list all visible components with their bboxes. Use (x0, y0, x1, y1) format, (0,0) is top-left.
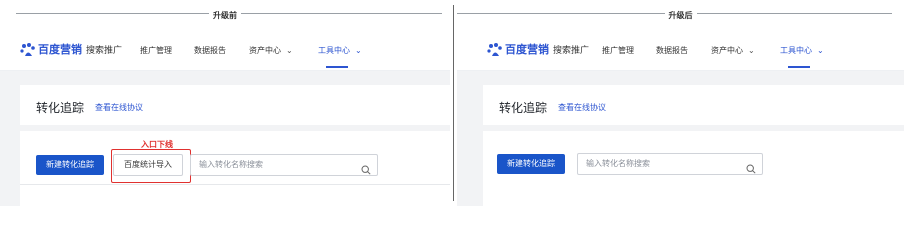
nav-item-reports[interactable]: 数据报告 (194, 45, 226, 56)
view-agreement-link[interactable]: 查看在线协议 (558, 102, 606, 113)
active-tab-indicator (788, 66, 810, 68)
baidu-marketing-logo[interactable]: 百度营销 搜索推广 (487, 41, 589, 57)
nav-item-assets[interactable]: 资产中心 ⌄ (711, 45, 755, 56)
new-conversion-button[interactable]: 新建转化追踪 (36, 155, 104, 175)
new-conversion-button[interactable]: 新建转化追踪 (497, 154, 565, 174)
content-area: 转化追踪 查看在线协议 入口下线 新建转化追踪 百度统计导入 输入转化名称搜索 (0, 71, 450, 206)
content-area: 转化追踪 查看在线协议 新建转化追踪 输入转化名称搜索 (457, 71, 904, 206)
search-input[interactable]: 输入转化名称搜索 (190, 154, 378, 176)
after-caption-bar: 升级后 (457, 0, 904, 28)
view-agreement-link[interactable]: 查看在线协议 (95, 102, 143, 113)
toolbar-card: 入口下线 新建转化追踪 百度统计导入 输入转化名称搜索 (20, 131, 450, 206)
after-caption: 升级后 (664, 11, 697, 20)
baidu-paw-icon (487, 42, 503, 56)
nav-item-label: 工具中心 (318, 46, 350, 55)
nav-item-label: 资产中心 (711, 46, 743, 55)
page-title: 转化追踪 (36, 101, 85, 115)
chevron-down-icon: ⌄ (748, 46, 755, 55)
nav-item-label: 资产中心 (249, 46, 281, 55)
before-caption-bar: 升级前 (0, 0, 450, 28)
title-card: 转化追踪 查看在线协议 (20, 85, 450, 125)
product-name: 搜索推广 (553, 45, 590, 56)
before-caption: 升级前 (209, 11, 241, 20)
search-placeholder: 输入转化名称搜索 (586, 159, 650, 168)
baidu-stats-import-button[interactable]: 百度统计导入 (113, 154, 183, 176)
nav-item-reports[interactable]: 数据报告 (656, 45, 688, 56)
before-panel: 升级前 百度营销 搜索推广 推广管理 数据报告 资产中心 ⌄ 工具中心 ⌄ 转化追踪 (0, 0, 450, 206)
chevron-down-icon: ⌄ (286, 46, 293, 55)
page-title: 转化追踪 (499, 101, 548, 115)
active-tab-indicator (326, 66, 348, 68)
nav-item-tools[interactable]: 工具中心 ⌄ (318, 45, 362, 56)
title-card: 转化追踪 查看在线协议 (483, 85, 904, 125)
search-placeholder: 输入转化名称搜索 (199, 160, 263, 169)
nav-item-assets[interactable]: 资产中心 ⌄ (249, 45, 293, 56)
nav-item-promotion[interactable]: 推广管理 (140, 45, 172, 56)
search-icon[interactable] (361, 160, 371, 175)
nav-item-label: 工具中心 (780, 46, 812, 55)
chevron-down-icon: ⌄ (817, 46, 824, 55)
top-nav: 百度营销 搜索推广 推广管理 数据报告 资产中心 ⌄ 工具中心 ⌄ (0, 28, 450, 71)
panel-divider (453, 5, 454, 201)
nav-item-promotion[interactable]: 推广管理 (602, 45, 634, 56)
baidu-paw-icon (20, 42, 36, 56)
divider (20, 184, 450, 185)
product-name: 搜索推广 (86, 45, 123, 56)
chevron-down-icon: ⌄ (355, 46, 362, 55)
toolbar-card: 新建转化追踪 输入转化名称搜索 (483, 131, 904, 206)
baidu-marketing-logo[interactable]: 百度营销 搜索推广 (20, 41, 122, 57)
logo-text: 百度营销 (38, 43, 82, 56)
nav-item-tools[interactable]: 工具中心 ⌄ (780, 45, 824, 56)
search-icon[interactable] (746, 159, 756, 174)
after-panel: 升级后 百度营销 搜索推广 推广管理 数据报告 资产中心 ⌄ 工具中心 ⌄ 转化追踪 (457, 0, 904, 206)
logo-text: 百度营销 (505, 43, 549, 56)
search-input[interactable]: 输入转化名称搜索 (577, 153, 763, 175)
top-nav: 百度营销 搜索推广 推广管理 数据报告 资产中心 ⌄ 工具中心 ⌄ (457, 28, 904, 71)
